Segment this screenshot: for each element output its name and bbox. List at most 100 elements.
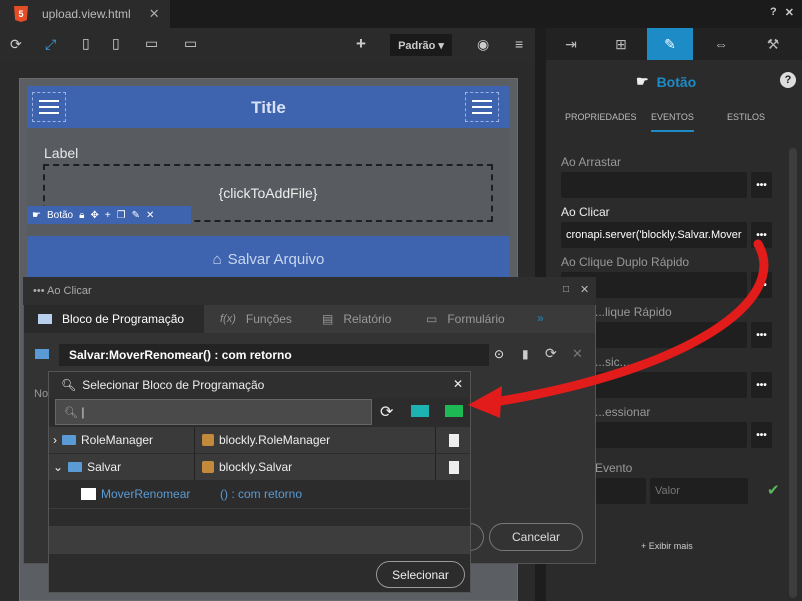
selected-block-field[interactable]: Salvar:MoverRenomear() : com retorno	[59, 344, 489, 366]
new-event-value[interactable]: Valor	[650, 478, 748, 504]
tab-form-label: Formulário	[447, 312, 505, 326]
tab-report-label: Relatório	[343, 312, 392, 326]
tab-styles[interactable]: ESTILOS	[727, 112, 765, 122]
event-options-5[interactable]: •••	[751, 372, 772, 398]
event-input-drag[interactable]	[561, 172, 747, 198]
field-label: Label	[44, 145, 79, 161]
copy-icon[interactable]: ❐	[117, 210, 126, 221]
select-close-icon[interactable]: ✕	[453, 377, 463, 391]
cancel-button[interactable]: Cancelar	[489, 523, 583, 551]
tab-functions[interactable]: f(x) Funções	[206, 305, 306, 333]
file-tab[interactable]: 5 upload.view.html ✕	[0, 0, 170, 28]
add-block-icon[interactable]	[411, 405, 429, 417]
remove-icon[interactable]: ✕	[146, 210, 154, 221]
maximize-icon[interactable]: □	[563, 284, 569, 295]
dialog-close-icon[interactable]: ✕	[580, 283, 589, 296]
confirm-check-icon[interactable]: ✔	[767, 481, 780, 499]
tab-report[interactable]: ▤ Relatório	[308, 305, 405, 333]
show-more-link[interactable]: + Exibir mais	[641, 541, 693, 551]
list-item[interactable]: › RoleManager blockly.RoleManager	[49, 427, 470, 453]
collapse-icon[interactable]: ⌄	[53, 460, 63, 474]
button-component-icon: ☛	[32, 209, 41, 221]
login-icon[interactable]: ⇥	[548, 28, 594, 60]
list-item-name-cell: › RoleManager	[49, 427, 195, 453]
save-file-button[interactable]: ⌂ Salvar Arquivo	[27, 236, 510, 282]
app-title: Title	[251, 98, 286, 117]
event-options-double-click[interactable]: •••	[751, 272, 772, 298]
clear-icon[interactable]: ✕	[572, 346, 583, 362]
open-file-icon[interactable]	[448, 460, 459, 474]
selected-component-name: Botão	[46, 209, 74, 221]
tab-form[interactable]: ▭ Formulário	[412, 305, 519, 333]
move-icon[interactable]: ✥	[90, 210, 98, 221]
event-options-4[interactable]: •••	[751, 322, 772, 348]
event-label-double-click: Ao Clique Duplo Rápido	[561, 255, 690, 269]
database-icon[interactable]: ≡	[515, 36, 523, 52]
block-icon	[35, 349, 49, 359]
event-options-click[interactable]: •••	[751, 222, 772, 248]
event-label-6: ...essionar	[595, 405, 651, 419]
event-label-4: ...lique Rápido	[595, 305, 672, 319]
list-item-package: blockly.Salvar	[219, 460, 293, 474]
tab-blocks[interactable]: Bloco de Programação	[24, 305, 204, 333]
search-icon: 🔍︎	[64, 407, 78, 419]
event-input-click[interactable]: cronapi.server('blockly.Salvar.Mover	[561, 222, 747, 248]
desktop-icon[interactable]: ▭	[145, 35, 158, 52]
new-event-name[interactable]	[596, 478, 646, 504]
close-tab-icon[interactable]: ✕	[149, 6, 160, 22]
more-options-icon[interactable]: ⊙	[494, 347, 504, 361]
add-icon[interactable]: +	[356, 34, 366, 54]
list-item[interactable]: ⌄ Salvar blockly.Salvar	[49, 454, 470, 480]
function-row[interactable]: MoverRenomear () : com retorno	[49, 481, 470, 507]
wand-icon[interactable]: ✎	[132, 210, 140, 221]
pencil-icon[interactable]: ✎	[647, 28, 693, 60]
search-icon: 🔍︎	[61, 378, 77, 392]
search-input[interactable]: 🔍︎ |	[55, 399, 372, 425]
help-icon[interactable]: ?	[770, 6, 777, 19]
close-window-icon[interactable]: ✕	[785, 6, 794, 19]
package-icon	[202, 434, 214, 446]
select-block-title: Selecionar Bloco de Programação	[82, 378, 265, 392]
menu-right-icon[interactable]	[465, 92, 499, 122]
add-server-block-icon[interactable]	[445, 405, 463, 417]
event-label-drag: Ao Arrastar	[561, 155, 622, 169]
new-event-label: Evento	[595, 461, 633, 475]
new-file-icon[interactable]: ▮	[522, 347, 529, 361]
open-file-icon[interactable]	[448, 433, 459, 447]
tab-blocks-label: Bloco de Programação	[62, 312, 185, 326]
editor-toolbar	[0, 28, 535, 62]
device-select[interactable]: Padrão ▾	[390, 34, 452, 56]
function-name-cell: MoverRenomear	[49, 481, 195, 507]
folder-icon	[62, 435, 76, 445]
event-options-6[interactable]: •••	[751, 422, 772, 448]
tab-events[interactable]: EVENTOS	[651, 112, 694, 132]
event-options-drag[interactable]: •••	[751, 172, 772, 198]
function-block-icon	[81, 488, 96, 500]
function-icon: f(x)	[220, 313, 236, 325]
function-signature-cell: () : com retorno	[196, 481, 436, 507]
tab-properties[interactable]: PROPRIEDADES	[565, 112, 637, 122]
phone-icon[interactable]: ▯	[82, 35, 90, 52]
add-icon[interactable]: +	[105, 210, 111, 221]
event-dialog-header: ••• Ao Clicar □ ✕	[23, 277, 596, 305]
select-button[interactable]: Selecionar	[376, 561, 465, 588]
file-tab-name: upload.view.html	[42, 7, 131, 21]
eye-icon[interactable]: ◉	[477, 36, 489, 53]
tree-icon[interactable]: ⊞	[598, 28, 644, 60]
tools-icon[interactable]: ⚒	[750, 28, 796, 60]
resize-icon[interactable]: ⇔	[698, 28, 744, 60]
help-icon[interactable]: ?	[780, 72, 796, 88]
more-tabs-icon[interactable]: »	[537, 311, 544, 325]
form-icon: ▭	[426, 312, 438, 326]
monitor-icon[interactable]: ▭	[184, 35, 197, 52]
tablet-icon[interactable]: ▯	[112, 35, 120, 52]
panel-scrollbar[interactable]	[789, 148, 797, 598]
home-icon: ⌂	[212, 250, 222, 268]
lock-icon[interactable]: 🔒︎	[79, 210, 84, 221]
component-title: ☛ Botão	[636, 73, 696, 90]
expand-icon[interactable]: ›	[53, 433, 57, 447]
refresh-icon[interactable]: ⟳	[10, 36, 22, 53]
fullscreen-icon[interactable]: ⤢	[45, 36, 56, 53]
refresh-icon[interactable]: ⟳	[380, 402, 393, 422]
reload-icon[interactable]: ⟳	[545, 345, 557, 362]
